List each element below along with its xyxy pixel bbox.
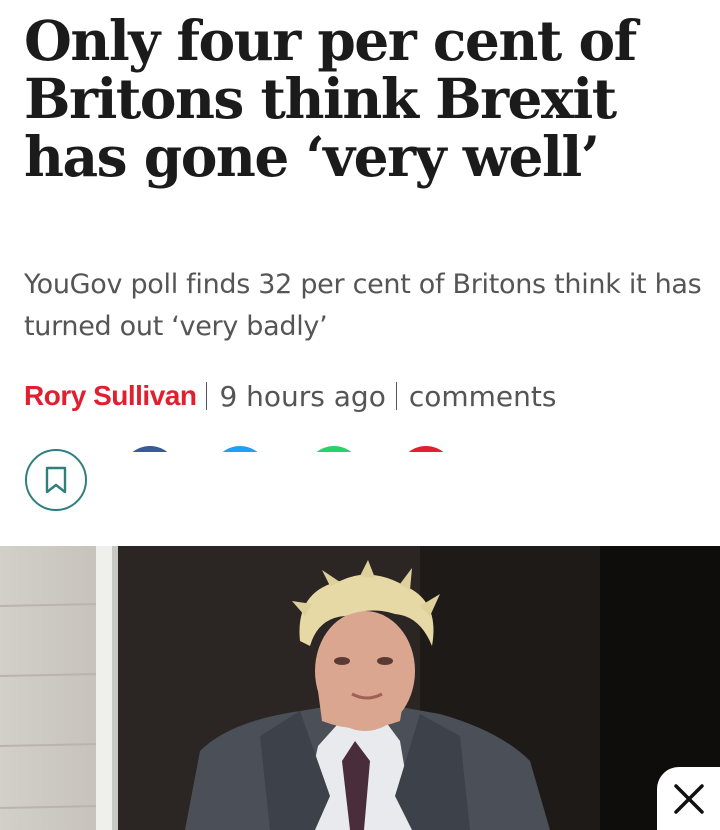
comments-link[interactable]: comments [409, 380, 557, 413]
byline: Rory Sullivan 9 hours ago comments [24, 376, 556, 416]
facebook-icon [122, 446, 178, 452]
email-icon [398, 446, 454, 452]
twitter-icon [212, 446, 268, 452]
photo-image [0, 546, 720, 830]
hero-image [0, 546, 720, 830]
byline-divider [395, 382, 397, 410]
article-headline: Only four per cent of Britons think Brex… [24, 8, 637, 189]
bookmark-icon [45, 466, 67, 494]
close-button[interactable] [657, 767, 720, 830]
article-standfirst: YouGov poll finds 32 per cent of Britons… [24, 269, 702, 342]
share-twitter-button[interactable] [212, 446, 268, 452]
share-facebook-button[interactable] [122, 446, 178, 452]
share-email-button[interactable] [398, 446, 454, 452]
byline-divider [206, 382, 208, 410]
publish-time: 9 hours ago [219, 379, 386, 413]
close-icon [673, 783, 704, 814]
share-whatsapp-button[interactable] [306, 446, 362, 452]
whatsapp-icon [306, 446, 362, 452]
bookmark-button[interactable] [25, 449, 87, 511]
author-link[interactable]: Rory Sullivan [24, 380, 197, 412]
